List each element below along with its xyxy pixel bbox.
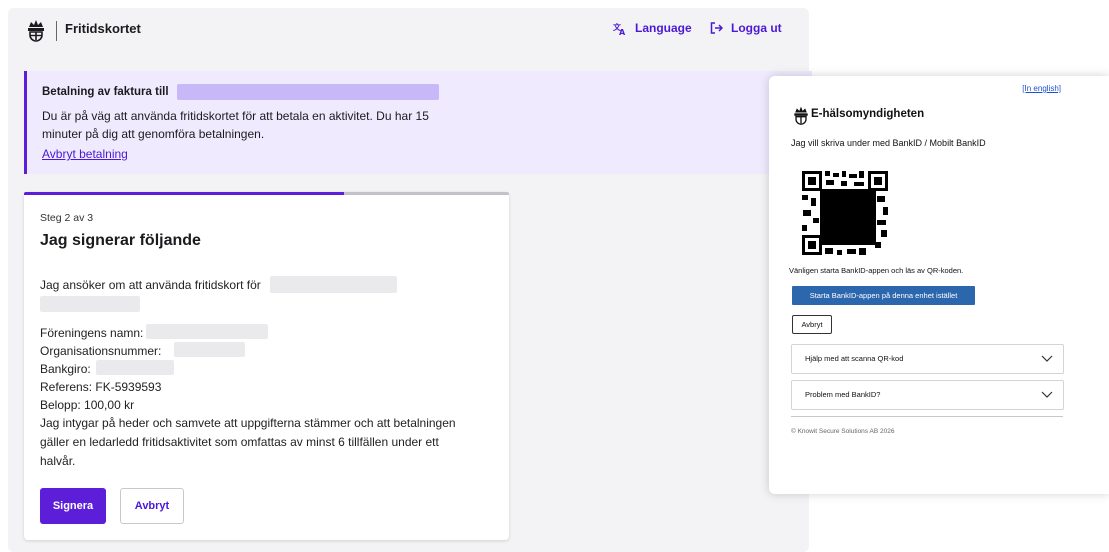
association-label: Föreningens namn: bbox=[40, 326, 144, 340]
bankgiro-label: Bankgiro: bbox=[40, 362, 91, 376]
amount-text: Belopp: 100,00 kr bbox=[40, 398, 135, 412]
bankid-heading: Jag vill skriva under med BankID / Mobil… bbox=[791, 138, 986, 148]
bankid-problem-accordion[interactable]: Problem med BankID? bbox=[791, 380, 1064, 410]
application-intro: Jag ansöker om att använda fritidskort f… bbox=[40, 278, 261, 292]
step-indicator: Steg 2 av 3 bbox=[40, 212, 94, 224]
attestation-text: Jag intygar på heder och samvete att upp… bbox=[40, 416, 456, 468]
bankid-cancel-button[interactable]: Avbryt bbox=[792, 315, 832, 334]
translate-icon: 文 A bbox=[613, 22, 626, 35]
qr-instruction: Vänligen starta BankID-appen och läs av … bbox=[789, 266, 964, 275]
crown-emblem-icon bbox=[28, 20, 44, 42]
bankid-dialog: [In english] E-hälsomyndigheten Jag vill… bbox=[769, 76, 1109, 494]
copyright-text: © Knowit Secure Solutions AB 2026 bbox=[791, 428, 895, 435]
crown-emblem-icon bbox=[794, 106, 808, 125]
cancel-button[interactable]: Avbryt bbox=[120, 488, 184, 524]
redacted-association bbox=[146, 324, 268, 339]
redacted-bankgiro bbox=[96, 360, 174, 375]
redacted-activity bbox=[270, 276, 397, 293]
help-scan-qr-label: Hjälp med att scanna QR-kod bbox=[805, 354, 904, 363]
logout-arrow-icon bbox=[710, 22, 723, 34]
signing-card: Steg 2 av 3 Jag signerar följande Jag an… bbox=[24, 192, 509, 540]
sign-button[interactable]: Signera bbox=[40, 488, 106, 524]
provider-name: E-hälsomyndigheten bbox=[811, 108, 925, 120]
banner-title: Betalning av faktura till bbox=[42, 86, 169, 98]
logout-label: Logga ut bbox=[731, 21, 782, 35]
chevron-down-icon bbox=[1041, 355, 1053, 362]
cancel-payment-link[interactable]: Avbryt betalning bbox=[42, 147, 128, 161]
footer-divider bbox=[791, 416, 1063, 417]
app-title: Fritidskortet bbox=[65, 21, 141, 36]
svg-text:A: A bbox=[619, 28, 626, 35]
start-bankid-app-button[interactable]: Starta BankID-appen på denna enhet istäl… bbox=[792, 286, 975, 305]
language-button[interactable]: 文 A Language bbox=[613, 21, 692, 35]
redacted-payee bbox=[177, 84, 439, 100]
english-link[interactable]: [In english] bbox=[1022, 84, 1061, 93]
payment-banner: Betalning av faktura till Du är på väg a… bbox=[24, 71, 812, 174]
chevron-down-icon bbox=[1041, 391, 1053, 398]
reference-text: Referens: FK-5939593 bbox=[40, 380, 162, 394]
fritidskortet-app: Fritidskortet 文 A Language Logga ut Beta… bbox=[8, 8, 812, 552]
language-label: Language bbox=[635, 21, 692, 35]
redacted-org-number bbox=[174, 342, 245, 357]
redacted-activity-line2 bbox=[40, 296, 140, 312]
card-title: Jag signerar följande bbox=[40, 232, 201, 249]
bankid-problem-label: Problem med BankID? bbox=[805, 390, 881, 399]
logout-button[interactable]: Logga ut bbox=[710, 21, 782, 35]
banner-description: Du är på väg att använda fritidskortet f… bbox=[42, 109, 429, 141]
help-scan-qr-accordion[interactable]: Hjälp med att scanna QR-kod bbox=[791, 344, 1064, 374]
org-number-label: Organisationsnummer: bbox=[40, 344, 162, 358]
step-progress-bar bbox=[24, 192, 509, 195]
top-bar: Fritidskortet 文 A Language Logga ut bbox=[8, 8, 809, 54]
step-progress-fill bbox=[24, 192, 345, 195]
logo-divider bbox=[56, 21, 57, 41]
qr-code-icon bbox=[801, 170, 889, 256]
